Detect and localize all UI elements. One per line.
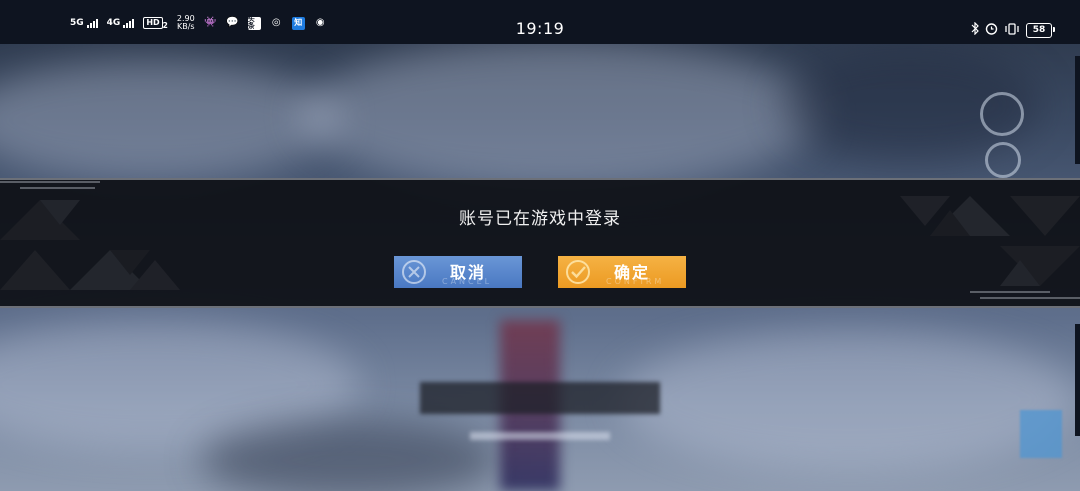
status-right: 58 — [971, 21, 1055, 38]
corner-badge[interactable] — [1020, 410, 1062, 458]
confirm-sub-label: CONFIRM — [606, 277, 665, 286]
clock: 19:19 — [515, 19, 565, 38]
alarm-icon — [985, 22, 998, 38]
menu-ring-icon[interactable] — [985, 142, 1021, 178]
side-panel-edge — [1075, 56, 1080, 164]
login-conflict-dialog: 账号已在游戏中登录 取消 CANCEL 确定 CONFIRM — [0, 178, 1080, 308]
dialog-message: 账号已在游戏中登录 — [459, 209, 621, 229]
cancel-sub-label: CANCEL — [442, 277, 493, 286]
status-bar: 5G 4G HD2 2.90 KB/s 👾 💬 头条 ◎ 知 ◉ 19:19 — [0, 0, 1080, 44]
side-panel-edge — [1075, 324, 1080, 436]
left-triangle-decoration — [0, 181, 180, 290]
game-screen: 5G 4G HD2 2.90 KB/s 👾 💬 头条 ◎ 知 ◉ 19:19 — [0, 0, 1080, 491]
confirm-button[interactable]: 确定 CONFIRM — [558, 256, 686, 288]
right-triangle-decoration — [900, 196, 1080, 299]
login-bar[interactable] — [420, 382, 660, 414]
battery-icon: 58 — [1026, 22, 1055, 38]
check-circle-icon — [565, 259, 591, 285]
background-cloud — [300, 40, 820, 190]
menu-ring-icon[interactable] — [980, 92, 1024, 136]
background-cloud — [620, 330, 1080, 470]
background-cloud — [0, 60, 340, 180]
x-circle-icon — [401, 259, 427, 285]
start-bar[interactable] — [470, 432, 610, 440]
background-cloud — [200, 420, 500, 491]
cancel-button[interactable]: 取消 CANCEL — [394, 256, 522, 288]
vibrate-icon — [1004, 22, 1020, 38]
bluetooth-icon — [971, 21, 979, 38]
